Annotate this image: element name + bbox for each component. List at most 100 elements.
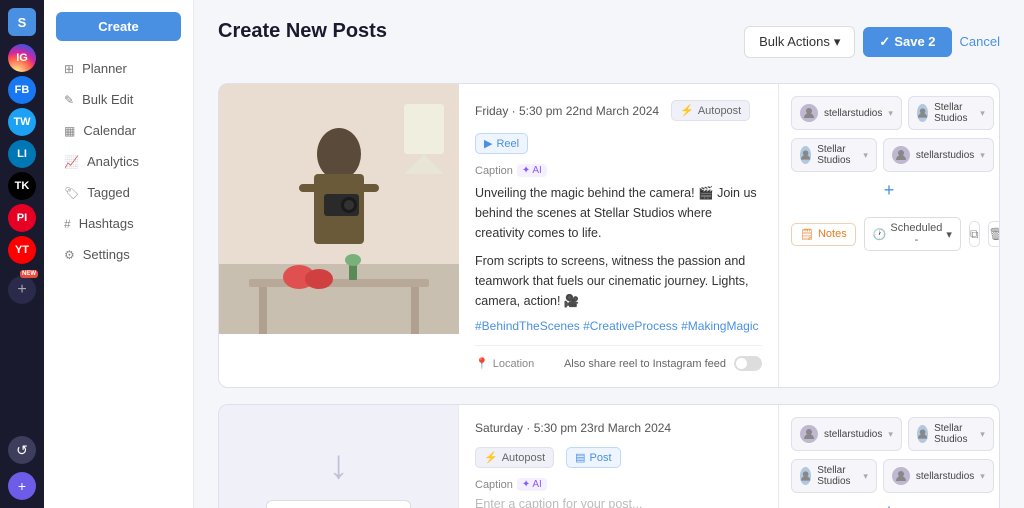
account-row-2: Stellar Studios ▾ stellarstudios ▾: [791, 138, 987, 172]
post-image-empty-2: ↓ + + Images or Videos: [219, 405, 459, 508]
sidebar-item-calendar[interactable]: ▦ Calendar: [48, 115, 189, 146]
type-badge-1[interactable]: ▶ Reel: [475, 133, 528, 154]
post-date-2: Saturday · 5:30 pm 23rd March 2024: [475, 421, 671, 435]
autopost-icon-1: ⚡: [680, 104, 694, 117]
social-instagram[interactable]: IG: [8, 44, 36, 72]
post-image-1: [219, 84, 459, 334]
ai-sparkle-icon: ✦: [522, 165, 530, 176]
bulk-actions-label: Bulk Actions: [759, 34, 830, 49]
location-pin-icon: 📍: [475, 357, 489, 370]
caption-text-2[interactable]: From scripts to screens, witness the pas…: [475, 251, 762, 311]
bulk-actions-chevron: ▾: [834, 34, 841, 50]
save-button[interactable]: ✓ Save 2: [863, 27, 951, 57]
social-twitter[interactable]: TW: [8, 108, 36, 136]
scheduled-chevron: ▾: [946, 228, 952, 241]
post-card-1: Friday · 5:30 pm 22nd March 2024 ⚡ Autop…: [218, 83, 1000, 388]
top-bar: Create New Posts Bulk Actions ▾ ✓ Save 2…: [218, 20, 1000, 63]
autopost-badge-2[interactable]: ⚡ Autopost: [475, 447, 554, 468]
account-avatar-2: [917, 104, 928, 122]
add-account-icon[interactable]: +: [8, 276, 36, 304]
ai-badge-1[interactable]: ✦ AI: [517, 164, 547, 177]
post-card-2: ↓ + + Images or Videos Saturday · 5:30 p…: [218, 404, 1000, 508]
sidebar-item-tagged[interactable]: 🏷 Tagged: [48, 177, 189, 208]
notes-button-1[interactable]: 🗒 Notes: [791, 223, 856, 246]
toggle-switch-1[interactable]: [734, 356, 762, 371]
upload-button-2[interactable]: + + Images or Videos: [266, 500, 411, 508]
sidebar-item-hashtags[interactable]: # Hashtags: [48, 208, 189, 239]
account-row-1: stellarstudios ▾ Stellar Studios ▾: [791, 96, 987, 130]
tagged-icon: 🏷: [64, 186, 79, 200]
chevron-icon-2: ▾: [980, 108, 985, 119]
refresh-icon[interactable]: ↺: [8, 436, 36, 464]
sidebar-label-tagged: Tagged: [87, 185, 130, 200]
sidebar-create-section: Create: [56, 12, 181, 41]
sidebar-item-planner[interactable]: ⊞ Planner: [48, 53, 189, 84]
bulk-actions-button[interactable]: Bulk Actions ▾: [744, 26, 855, 58]
social-facebook[interactable]: FB: [8, 76, 36, 104]
planner-icon: ⊞: [64, 62, 74, 76]
social-tiktok[interactable]: TK: [8, 172, 36, 200]
account-name-2-4: stellarstudios: [916, 471, 974, 482]
toggle-dot-1: [736, 358, 747, 369]
account-avatar-2-1: [800, 425, 818, 443]
ai-sparkle-icon-2: ✦: [522, 479, 530, 490]
caption-text-1[interactable]: Unveiling the magic behind the camera! 🎬…: [475, 183, 762, 243]
share-toggle-1[interactable]: Also share reel to Instagram feed: [564, 356, 762, 371]
post-photo-svg: [219, 84, 459, 334]
delete-button-1[interactable]: 🗑: [988, 221, 1000, 247]
chevron-icon-2-1: ▾: [888, 429, 893, 440]
account-tag-2-3[interactable]: Stellar Studios ▾: [791, 459, 877, 493]
ai-badge-2[interactable]: ✦ AI: [517, 478, 547, 491]
chevron-icon-2-4: ▾: [980, 471, 985, 482]
post-sidebar-2: stellarstudios ▾ Stellar Studios ▾ Stell: [779, 405, 999, 508]
account-tag-stellar-1[interactable]: stellarstudios ▾: [791, 96, 902, 130]
top-actions: Bulk Actions ▾ ✓ Save 2 Cancel: [744, 26, 1000, 58]
post-icon: ▤: [575, 451, 585, 464]
plus-circle-icon[interactable]: +: [8, 472, 36, 500]
sidebar-label-planner: Planner: [82, 61, 127, 76]
add-account-button-2[interactable]: +: [791, 501, 987, 508]
caption-input-2[interactable]: Enter a caption for your post...: [475, 497, 762, 508]
create-button[interactable]: Create: [56, 12, 181, 41]
autopost-badge-1[interactable]: ⚡ Autopost: [671, 100, 750, 121]
chevron-icon-1: ▾: [888, 108, 893, 119]
account-name-2-3: Stellar Studios: [817, 465, 857, 487]
sidebar-item-bulk-edit[interactable]: ✎ Bulk Edit: [48, 84, 189, 115]
post-date-1: Friday · 5:30 pm 22nd March 2024: [475, 104, 659, 118]
checkmark-icon: ✓: [879, 34, 890, 50]
social-youtube[interactable]: YT: [8, 236, 36, 264]
account-name-4: stellarstudios: [916, 150, 974, 161]
chevron-icon-2-3: ▾: [863, 471, 868, 482]
social-pinterest[interactable]: PI: [8, 204, 36, 232]
add-account-button-1[interactable]: +: [791, 180, 987, 201]
cancel-button[interactable]: Cancel: [960, 34, 1000, 49]
clock-icon: 🕐: [873, 228, 887, 241]
account-tag-2-2[interactable]: Stellar Studios ▾: [908, 417, 994, 451]
account-tag-stellar-4[interactable]: stellarstudios ▾: [883, 138, 994, 172]
sidebar-label-analytics: Analytics: [87, 154, 139, 169]
scheduled-button-1[interactable]: 🕐 Scheduled - ▾: [864, 217, 961, 251]
account-row-4: Stellar Studios ▾ stellarstudios ▾: [791, 459, 987, 493]
user-avatar[interactable]: S: [8, 8, 36, 36]
sidebar-label-hashtags: Hashtags: [79, 216, 134, 231]
post-body-1: Friday · 5:30 pm 22nd March 2024 ⚡ Autop…: [459, 84, 779, 387]
location-tag-1[interactable]: 📍 Location: [475, 357, 534, 370]
sidebar-label-bulk-edit: Bulk Edit: [82, 92, 133, 107]
reel-icon: ▶: [484, 137, 492, 150]
calendar-icon: ▦: [64, 124, 75, 138]
chevron-icon-3: ▾: [863, 150, 868, 161]
settings-icon: ⚙: [64, 248, 75, 262]
account-tag-2-1[interactable]: stellarstudios ▾: [791, 417, 902, 451]
account-tag-2-4[interactable]: stellarstudios ▾: [883, 459, 994, 493]
analytics-icon: 📈: [64, 155, 79, 169]
copy-button-1[interactable]: ⧉: [969, 221, 980, 247]
hashtags-1[interactable]: #BehindTheScenes #CreativeProcess #Makin…: [475, 319, 762, 333]
sidebar-item-analytics[interactable]: 📈 Analytics: [48, 146, 189, 177]
account-tag-stellar-3[interactable]: Stellar Studios ▾: [791, 138, 877, 172]
social-linkedin[interactable]: LI: [8, 140, 36, 168]
type-badge-2[interactable]: ▤ Post: [566, 447, 620, 468]
sidebar-item-settings[interactable]: ⚙ Settings: [48, 239, 189, 270]
account-tag-stellar-2[interactable]: Stellar Studios ▾: [908, 96, 994, 130]
account-avatar-4: [892, 146, 910, 164]
post-meta-1: Friday · 5:30 pm 22nd March 2024 ⚡ Autop…: [475, 100, 762, 154]
